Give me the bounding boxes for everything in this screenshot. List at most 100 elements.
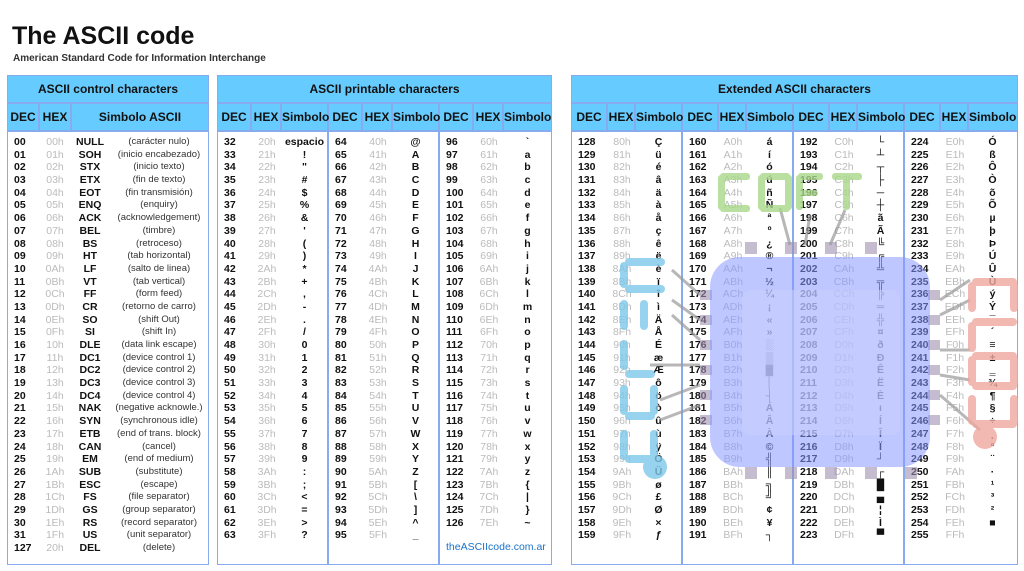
dec-value: 106 bbox=[446, 262, 464, 275]
hex-value: 12h bbox=[46, 364, 64, 377]
hex-value: 0Ch bbox=[45, 288, 65, 301]
description-value: (device control 4) bbox=[122, 389, 196, 401]
description-value: (device control 3) bbox=[122, 377, 196, 389]
dec-value: 78 bbox=[335, 313, 347, 326]
table-row: 49 31h 1 bbox=[218, 352, 327, 365]
symbol-value: ] bbox=[413, 503, 418, 516]
description-value: (device control 2) bbox=[122, 364, 196, 376]
table-row: 203 CBh ╦ bbox=[794, 276, 903, 289]
hex-value: E9h bbox=[945, 250, 965, 263]
hex-value: 32h bbox=[258, 364, 276, 377]
dec-value: 158 bbox=[578, 516, 596, 529]
dec-value: 77 bbox=[335, 300, 347, 313]
hex-value: 1Fh bbox=[45, 529, 65, 542]
symbol-value: ETX bbox=[79, 174, 101, 187]
dec-value: 120 bbox=[446, 440, 464, 453]
dec-value: 103 bbox=[446, 224, 464, 237]
symbol-value: ╬ bbox=[876, 313, 885, 326]
printable-column-1: 32 20h espacio 33 21h! 34 22h " 35 23h #36 24h $37 25… bbox=[218, 132, 329, 564]
description-value: (end of trans. block) bbox=[117, 427, 201, 439]
symbol-value: g bbox=[524, 224, 531, 237]
symbol-value: ╔ bbox=[876, 250, 885, 263]
table-row: 202 CAh ╩ bbox=[794, 263, 903, 276]
dec-value: 198 bbox=[800, 212, 818, 225]
hex-value: DFh bbox=[834, 529, 854, 542]
symbol-value: ¶ bbox=[989, 389, 996, 402]
dec-value: 177 bbox=[689, 351, 707, 364]
dec-value: 166 bbox=[689, 212, 707, 225]
dec-value: 50 bbox=[224, 364, 236, 377]
col-header-hex: HEX bbox=[474, 104, 504, 130]
table-row: 250 FAh · bbox=[905, 466, 1016, 479]
symbol-value: h bbox=[524, 237, 531, 250]
dec-value: 187 bbox=[689, 478, 707, 491]
table-row: 32 20h espacio bbox=[218, 136, 327, 149]
symbol-value: , bbox=[303, 288, 306, 301]
table-row: 100 64h d bbox=[440, 187, 551, 200]
dec-value: 134 bbox=[578, 212, 596, 225]
hex-value: 24h bbox=[258, 186, 276, 199]
dec-value: 23 bbox=[14, 427, 26, 440]
table-row: 41 29h) bbox=[218, 250, 327, 263]
symbol-value: p bbox=[524, 339, 531, 351]
symbol-value: ┼ bbox=[876, 199, 885, 212]
table-row: 150 96h û bbox=[572, 415, 681, 428]
hex-value: 2Ch bbox=[257, 288, 277, 301]
table-row: 11 0Bh VT (tab vertical) bbox=[8, 276, 208, 289]
table-row: 183 B7h À bbox=[683, 428, 792, 441]
table-row: 03 03h ETX (fin de texto) bbox=[8, 174, 208, 187]
dec-value: 93 bbox=[335, 503, 347, 516]
hex-value: 0Ah bbox=[45, 262, 65, 275]
table-row: 252 FCh ³ bbox=[905, 491, 1016, 504]
symbol-value: . bbox=[303, 313, 306, 326]
dec-value: 33 bbox=[224, 148, 236, 161]
hex-value: 30h bbox=[258, 339, 276, 351]
hex-value: 97h bbox=[613, 427, 631, 440]
description-value: (delete) bbox=[142, 542, 176, 553]
table-row: 72 48h H bbox=[329, 238, 438, 251]
dec-value: 116 bbox=[446, 389, 463, 402]
table-row: 78 4Eh N bbox=[329, 314, 438, 327]
dec-value: 129 bbox=[578, 148, 596, 161]
hex-value: 1Ch bbox=[45, 491, 65, 504]
dec-value: 228 bbox=[911, 186, 929, 199]
symbol-value: ░ bbox=[765, 339, 774, 351]
table-row: 66 42h B bbox=[329, 161, 438, 174]
description-value: (retorno de carro) bbox=[122, 300, 196, 312]
symbol-value: ¥ bbox=[766, 516, 773, 529]
dec-value: 56 bbox=[224, 440, 236, 453]
table-row: 91 5Bh [ bbox=[329, 479, 438, 492]
table-row: 139 8Bh ï bbox=[572, 276, 681, 289]
dec-value: 36 bbox=[224, 186, 236, 199]
hex-value: 9Dh bbox=[612, 503, 632, 516]
dec-value: 186 bbox=[689, 465, 707, 478]
dec-value: 208 bbox=[800, 339, 818, 351]
hex-value: 18h bbox=[46, 440, 64, 453]
dec-value: 178 bbox=[689, 364, 707, 377]
table-row: 109 6Dh m bbox=[440, 301, 551, 314]
hex-value: 98h bbox=[613, 440, 631, 453]
description-value: (record separator) bbox=[120, 516, 198, 528]
control-column: 00 00h NULL (carácter nulo) 01 01h SOH (inicio … bbox=[8, 132, 208, 564]
dec-value: 114 bbox=[446, 364, 463, 377]
dec-value: 246 bbox=[911, 415, 929, 428]
dec-value: 163 bbox=[689, 174, 707, 187]
website-link[interactable]: theASCIIcode.com.ar bbox=[440, 541, 551, 553]
dec-value: 24 bbox=[14, 440, 26, 453]
dec-value: 253 bbox=[911, 503, 929, 516]
dec-value: 94 bbox=[335, 516, 347, 529]
dec-value: 17 bbox=[14, 351, 26, 364]
hex-value: 0Fh bbox=[45, 326, 65, 339]
hex-value: FDh bbox=[945, 503, 965, 516]
table-row: 154 9Ah Ü bbox=[572, 466, 681, 479]
symbol-value: N bbox=[411, 313, 420, 326]
symbol-value: Ð bbox=[876, 351, 885, 364]
symbol-value: ì bbox=[657, 300, 660, 313]
symbol-value: ┬ bbox=[876, 161, 885, 174]
symbol-value: » bbox=[766, 326, 773, 339]
hex-value: F0h bbox=[945, 339, 965, 351]
table-row: 248 F8h ° bbox=[905, 441, 1016, 454]
symbol-value: ª bbox=[767, 212, 772, 225]
dec-value: 132 bbox=[578, 186, 596, 199]
hex-value: F1h bbox=[945, 351, 965, 364]
